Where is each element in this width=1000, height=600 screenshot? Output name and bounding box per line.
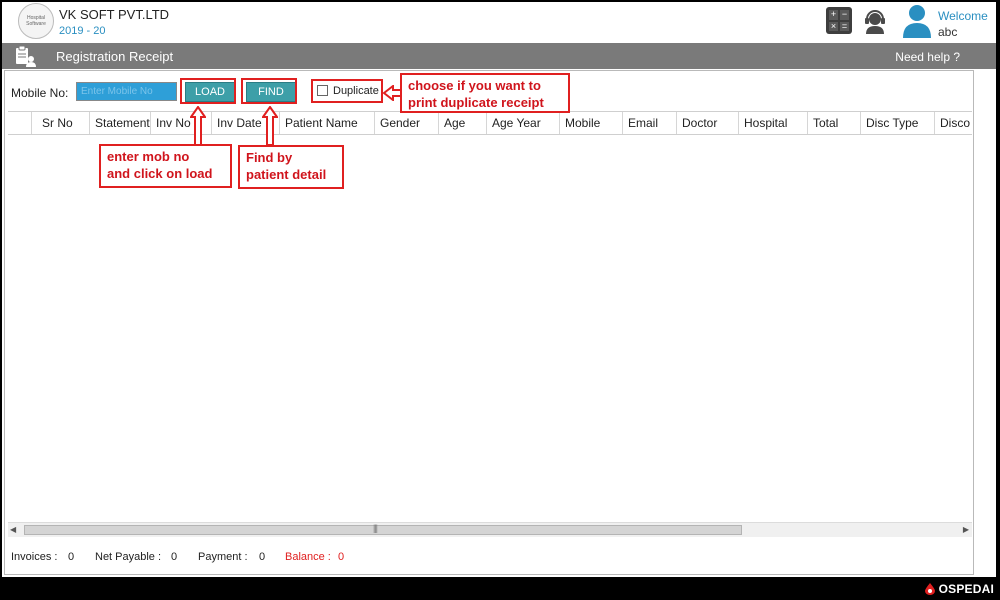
find-annotation: Find by patient detail [238,145,344,189]
annotation-line: Find by [246,150,293,165]
welcome-label: Welcome [938,9,988,23]
row-selector-column[interactable] [8,112,32,134]
column-header[interactable]: Age [439,112,487,134]
page-title: Registration Receipt [56,49,174,64]
duplicate-highlight [311,79,383,103]
top-header: Hospital Software VK SOFT PVT.LTD 2019 -… [2,2,996,42]
column-header[interactable]: Hospital [739,112,808,134]
column-header[interactable]: Disco [935,112,972,134]
company-logo: Hospital Software [18,3,54,39]
column-header[interactable]: Age Year [487,112,560,134]
net-payable-label: Net Payable : [95,551,162,563]
payment-label: Payment : [198,551,248,563]
scroll-thumb[interactable]: ||| [24,523,742,535]
column-header[interactable]: Email [623,112,677,134]
brand-name: OSPEDAI [938,582,994,596]
title-bar: Registration Receipt Need help ? [2,43,996,69]
column-header[interactable]: Doctor [677,112,739,134]
column-header[interactable]: Sr No [32,112,90,134]
load-highlight [180,78,236,104]
calc-plus: + [829,9,838,20]
scroll-right-arrow-icon[interactable]: ▶ [963,525,969,534]
annotation-line: choose if you want to [408,78,541,93]
load-annotation: enter mob no and click on load [99,144,232,188]
column-header[interactable]: Disc Type [861,112,935,134]
grip-icon: ||| [373,523,378,533]
support-headset-icon[interactable] [862,8,888,34]
horizontal-scrollbar[interactable]: ◀ ||| ▶ [8,522,972,537]
payment-value: 0 [259,551,266,563]
up-arrow-icon [262,106,278,146]
need-help-link[interactable]: Need help ? [895,50,960,64]
up-arrow-icon [190,106,206,146]
mobile-input[interactable] [76,82,177,101]
invoices-label: Invoices : [11,551,58,563]
logo-text: Hospital Software [26,15,46,27]
find-highlight [241,78,297,104]
balance-label: Balance : [285,551,331,563]
username: abc [938,25,958,39]
column-header[interactable]: Total [808,112,861,134]
brand-watermark: OSPEDAI [924,581,994,597]
column-header[interactable]: Statement [90,112,151,134]
user-avatar-icon[interactable] [901,3,933,38]
receipt-user-icon [16,46,36,67]
column-header[interactable]: Patient Name [280,112,375,134]
totals-bar: Invoices : 0 Net Payable : 0 Payment : 0… [11,551,411,567]
calculator-icon[interactable]: + − × = [826,7,852,34]
scroll-left-arrow-icon[interactable]: ◀ [10,525,16,534]
annotation-line: print duplicate receipt [408,95,544,110]
company-name: VK SOFT PVT.LTD [59,7,170,22]
calc-equals: = [840,20,849,31]
calc-multiply: × [829,20,838,31]
grid-header: Sr No Statement Inv No Inv Date Patient … [8,111,972,135]
calc-minus: − [840,9,849,20]
column-header[interactable]: Gender [375,112,439,134]
balance-value: 0 [338,551,345,563]
annotation-line: enter mob no [107,149,190,164]
annotation-line: and click on load [107,166,213,181]
net-payable-value: 0 [171,551,178,563]
annotation-line: patient detail [246,167,327,182]
app-window: Hospital Software VK SOFT PVT.LTD 2019 -… [2,2,996,577]
invoices-value: 0 [68,551,75,563]
financial-year[interactable]: 2019 - 20 [59,25,105,37]
brand-drop-icon [924,583,935,595]
mobile-label: Mobile No: [11,86,69,100]
column-header[interactable]: Mobile [560,112,623,134]
duplicate-annotation: choose if you want to print duplicate re… [400,73,570,113]
